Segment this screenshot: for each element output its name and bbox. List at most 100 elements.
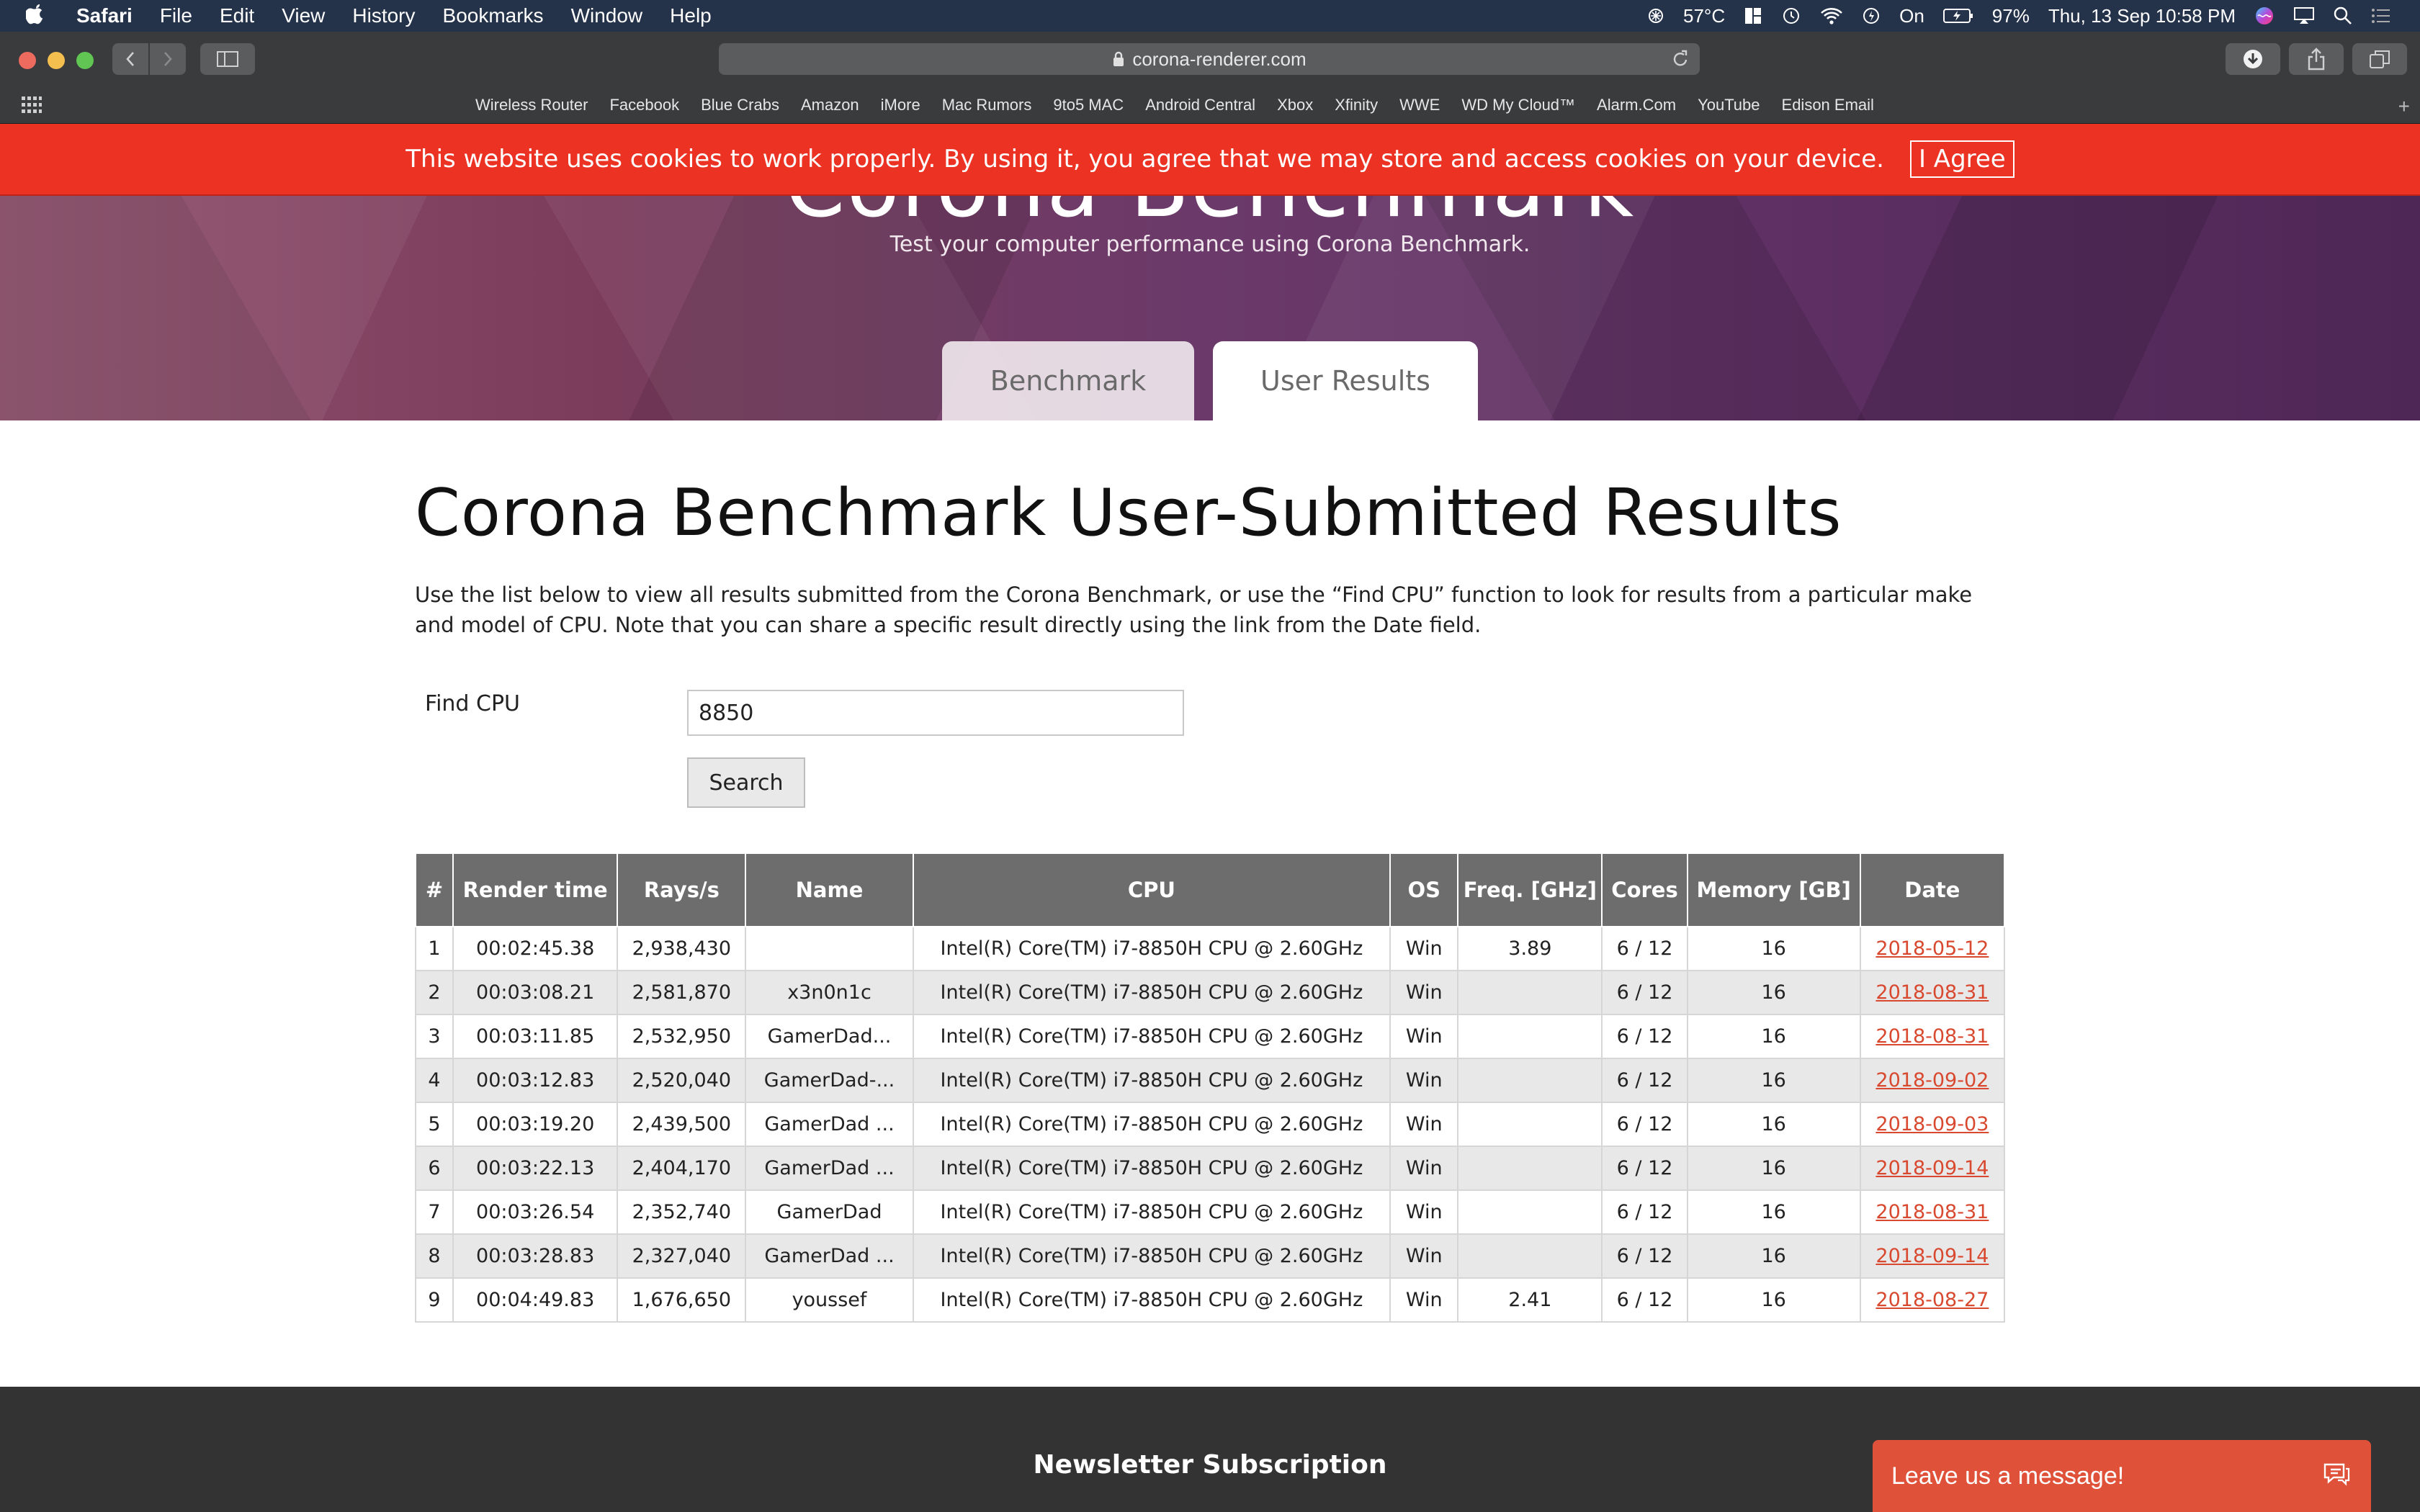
downloads-button[interactable] [2226,43,2280,75]
table-row: 8 00:03:28.83 2,327,040 GamerDad ... Intel(R… [414,1233,2006,1279]
cookie-message: This website uses cookies to work proper… [405,145,1884,174]
notification-center-icon[interactable] [2371,8,2391,24]
favorite-alarm-com[interactable]: Alarm.Com [1597,96,1676,114]
find-cpu-input[interactable]: 8850 [687,690,1184,736]
main-content: Corona Benchmark User-Submitted Results … [414,475,2007,1323]
macos-menu-bar: Safari File Edit View History Bookmarks … [0,0,2420,32]
column-header-rays[interactable]: Rays/s [617,852,747,927]
menu-window[interactable]: Window [571,4,643,27]
battery-icon[interactable] [1942,7,1973,24]
favorite-9to5mac[interactable]: 9to5 MAC [1053,96,1124,114]
close-window-button[interactable] [19,52,36,69]
cpu-temperature-icon[interactable] [1647,7,1664,24]
airplay-icon[interactable] [2293,6,2315,25]
favorite-wireless-router[interactable]: Wireless Router [475,96,588,114]
temperature-readout[interactable]: 57°C [1683,5,1725,27]
date-link[interactable]: 2018-09-14 [1859,1146,2006,1191]
date-link[interactable]: 2018-08-31 [1859,1014,2006,1059]
menu-bookmarks[interactable]: Bookmarks [443,4,544,27]
menu-view[interactable]: View [282,4,325,27]
table-row: 4 00:03:12.83 2,520,040 GamerDad-... Intel(R… [414,1058,2006,1103]
fullscreen-window-button[interactable] [76,52,94,69]
render-time-cell: 00:03:08.21 [452,970,619,1015]
show-sidebar-button[interactable] [200,43,255,75]
column-header-memory[interactable]: Memory [GB] [1686,852,1861,927]
rank-cell: 4 [414,1058,454,1103]
show-all-tabs-button[interactable] [2352,43,2407,75]
column-header-freq[interactable]: Freq. [GHz] [1457,852,1603,927]
address-bar[interactable]: corona-renderer.com [719,43,1700,75]
rank-cell: 8 [414,1233,454,1279]
siri-icon[interactable] [2254,6,2275,26]
favorite-imore[interactable]: iMore [881,96,920,114]
tab-benchmark[interactable]: Benchmark [942,341,1194,420]
column-header-os[interactable]: OS [1389,852,1459,927]
date-link[interactable]: 2018-08-31 [1859,970,2006,1015]
chat-widget-button[interactable]: Leave us a message! [1873,1440,2371,1512]
search-button[interactable]: Search [687,757,805,808]
apple-icon[interactable] [26,4,55,27]
power-state-label[interactable]: On [1899,5,1924,27]
dashboard-widget-icon[interactable] [1744,6,1762,25]
memory-cell: 16 [1686,1014,1861,1059]
menu-file[interactable]: File [160,4,192,27]
wifi-icon[interactable] [1820,6,1843,25]
render-time-cell: 00:03:11.85 [452,1014,619,1059]
favorite-wd-my-cloud[interactable]: WD My Cloud™ [1461,96,1575,114]
date-link[interactable]: 2018-09-03 [1859,1102,2006,1147]
share-button[interactable] [2289,43,2344,75]
menu-help[interactable]: Help [670,4,712,27]
back-button[interactable] [112,43,148,75]
forward-button[interactable] [150,43,186,75]
favorite-blue-crabs[interactable]: Blue Crabs [701,96,779,114]
power-icon[interactable] [1862,6,1881,25]
date-link[interactable]: 2018-09-14 [1859,1233,2006,1279]
favorite-wwe[interactable]: WWE [1399,96,1440,114]
add-tab-icon[interactable]: + [2398,95,2410,118]
cpu-cell: Intel(R) Core(TM) i7-8850H CPU @ 2.60GHz [912,926,1392,971]
hero-subtitle: Test your computer performance using Cor… [889,232,1531,257]
minimize-window-button[interactable] [48,52,65,69]
reload-icon[interactable] [1671,49,1690,69]
column-header-date[interactable]: Date [1859,852,2006,927]
menu-history[interactable]: History [352,4,415,27]
column-header-name[interactable]: Name [745,852,914,927]
favorites-grid-icon[interactable] [22,96,42,118]
column-header-rank[interactable]: # [414,852,454,927]
date-link[interactable]: 2018-09-02 [1859,1058,2006,1103]
menu-bar-clock[interactable]: Thu, 13 Sep 10:58 PM [2048,5,2236,27]
battery-percent[interactable]: 97% [1992,5,2030,27]
intro-paragraph: Use the list below to view all results s… [415,582,1973,637]
spotlight-search-icon[interactable] [2334,6,2352,25]
favorite-mac-rumors[interactable]: Mac Rumors [942,96,1032,114]
favorite-facebook[interactable]: Facebook [609,96,679,114]
rays-cell: 2,327,040 [617,1233,747,1279]
favorite-youtube[interactable]: YouTube [1698,96,1760,114]
menu-app-name[interactable]: Safari [76,4,133,27]
column-header-render-time[interactable]: Render time [452,852,619,927]
favorite-amazon[interactable]: Amazon [801,96,859,114]
memory-cell: 16 [1686,1058,1861,1103]
time-machine-icon[interactable] [1781,6,1801,26]
rank-cell: 7 [414,1189,454,1235]
column-header-cpu[interactable]: CPU [912,852,1392,927]
favorite-android-central[interactable]: Android Central [1145,96,1255,114]
freq-cell [1457,1189,1603,1235]
rank-cell: 2 [414,970,454,1015]
favorite-xfinity[interactable]: Xfinity [1335,96,1378,114]
favorite-edison-email[interactable]: Edison Email [1782,96,1874,114]
rays-cell: 2,532,950 [617,1014,747,1059]
date-link[interactable]: 2018-08-27 [1859,1277,2006,1323]
date-link[interactable]: 2018-05-12 [1859,926,2006,971]
cookie-agree-button[interactable]: I Agree [1909,140,2015,178]
render-time-cell: 00:04:49.83 [452,1277,619,1323]
rank-cell: 3 [414,1014,454,1059]
render-time-cell: 00:03:26.54 [452,1189,619,1235]
cores-cell: 6 / 12 [1601,1277,1688,1323]
tab-user-results[interactable]: User Results [1213,341,1478,420]
cpu-cell: Intel(R) Core(TM) i7-8850H CPU @ 2.60GHz [912,1102,1392,1147]
menu-edit[interactable]: Edit [220,4,254,27]
date-link[interactable]: 2018-08-31 [1859,1189,2006,1235]
column-header-cores[interactable]: Cores [1601,852,1688,927]
favorite-xbox[interactable]: Xbox [1277,96,1313,114]
